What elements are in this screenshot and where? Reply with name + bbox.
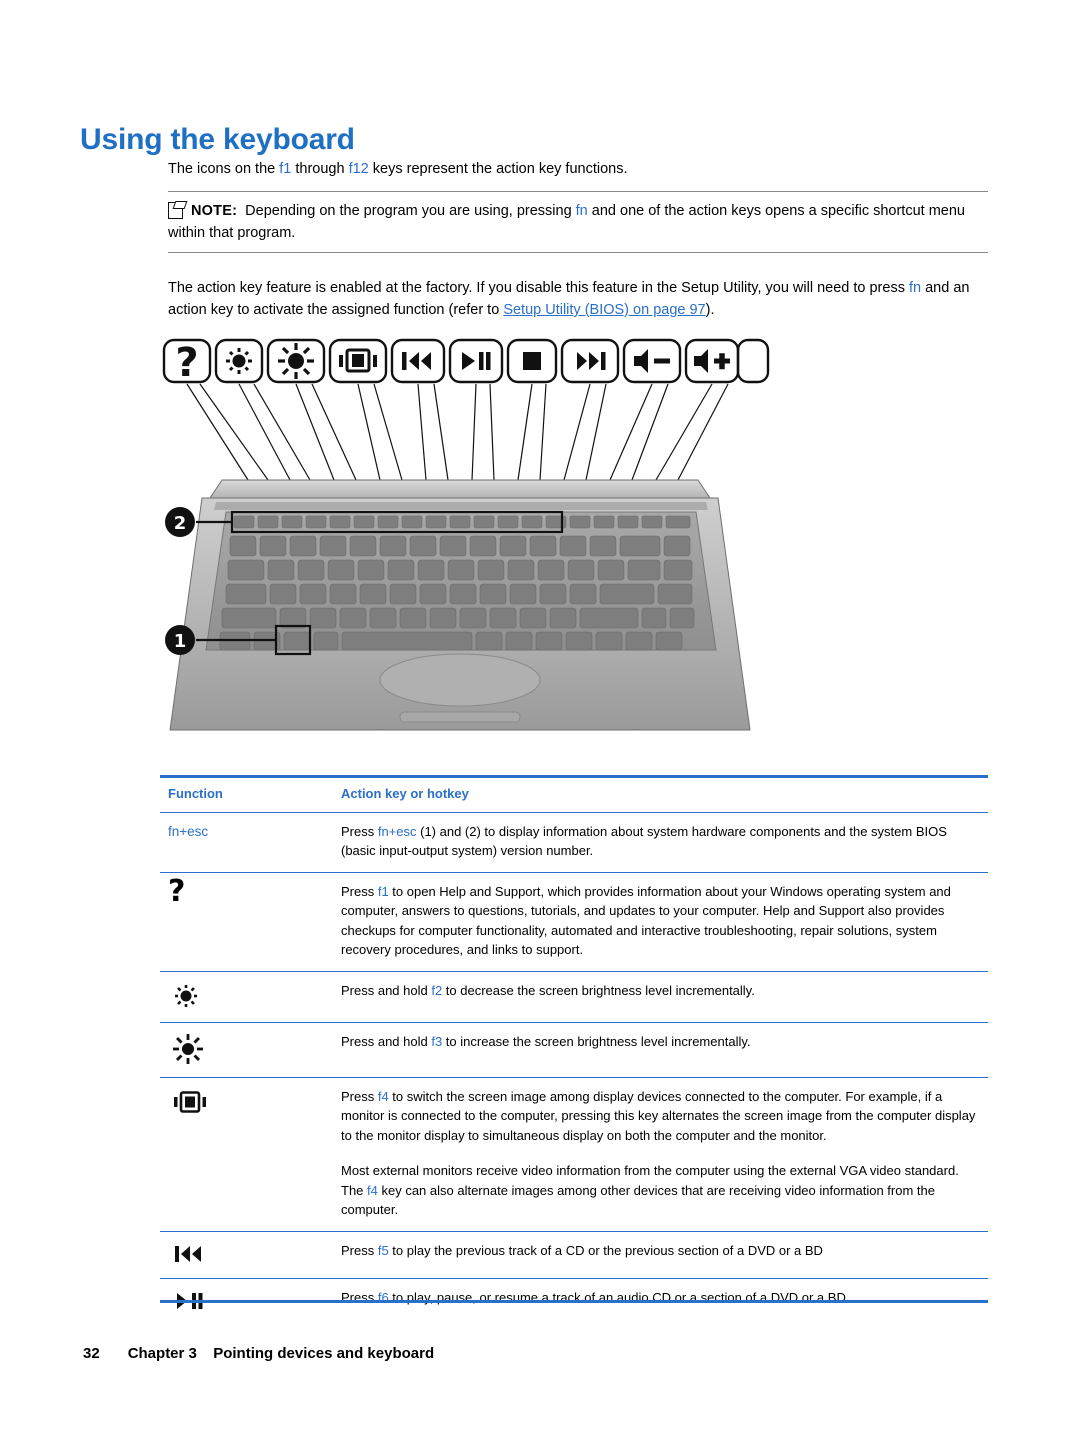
key-f1: f1 bbox=[279, 161, 292, 177]
para2-pre: The action key feature is enabled at the… bbox=[168, 280, 909, 296]
row-description-cell: Press and hold f3 to increase the screen… bbox=[333, 1021, 988, 1077]
key-ref: f4 bbox=[367, 1182, 378, 1198]
keyboard-illustration: ? 2 1 bbox=[150, 330, 770, 750]
row-icon-cell bbox=[160, 1021, 333, 1077]
key-ref: f1 bbox=[377, 883, 389, 899]
note-rule-bottom bbox=[168, 252, 988, 253]
row-icon-cell bbox=[160, 970, 333, 1022]
intro-mid: through bbox=[291, 161, 349, 177]
desc-pre: Press bbox=[341, 883, 378, 899]
desc-paragraph: Press f4 to switch the screen image amon… bbox=[341, 1087, 978, 1146]
intro-pre: The icons on the bbox=[168, 161, 280, 177]
footer-chapter: Chapter 3 bbox=[127, 1345, 197, 1362]
svg-text:?: ? bbox=[175, 340, 198, 386]
table-row: Press and hold f3 to increase the screen… bbox=[160, 1021, 988, 1077]
note-block: NOTE: Depending on the program you are u… bbox=[168, 200, 988, 244]
desc-pre: Press bbox=[341, 1242, 378, 1258]
action-keys-table: Function Action key or hotkey fn+esc Pre… bbox=[160, 775, 988, 1325]
question-mark-icon: ? bbox=[168, 873, 186, 909]
table-row: fn+esc Press fn+esc (1) and (2) to displ… bbox=[160, 811, 988, 872]
intro-post: keys represent the action key functions. bbox=[368, 161, 628, 177]
note-rule-top bbox=[168, 191, 988, 192]
display-switch-icon bbox=[174, 1090, 206, 1113]
row-icon-cell: ? bbox=[160, 871, 333, 971]
row-description-cell: Press f5 to play the previous track of a… bbox=[333, 1230, 988, 1278]
table-header-function: Function bbox=[160, 775, 333, 813]
row-description-cell: Press and hold f2 to decrease the screen… bbox=[333, 970, 988, 1022]
fn-esc-label: fn+esc bbox=[168, 823, 209, 839]
table-row: ? Press f1 to open Help and Support, whi… bbox=[160, 871, 988, 971]
brightness-up-icon bbox=[173, 1033, 203, 1064]
brightness-down-icon bbox=[175, 984, 197, 1007]
previous-track-icon bbox=[175, 1245, 201, 1262]
key-ref: f2 bbox=[431, 982, 443, 998]
row-description-cell: Press f1 to open Help and Support, which… bbox=[333, 871, 988, 971]
para2-post: ). bbox=[705, 302, 715, 318]
footer-page-number: 32 bbox=[83, 1345, 100, 1362]
table-row: Press and hold f2 to decrease the screen… bbox=[160, 970, 988, 1022]
key-fn: fn bbox=[575, 203, 588, 219]
desc-post: (1) and (2) to display information about… bbox=[341, 823, 947, 859]
row-icon-cell: fn+esc bbox=[160, 811, 333, 872]
intro-paragraph: The icons on the f1 through f12 keys rep… bbox=[168, 158, 988, 180]
key-ref: f4 bbox=[377, 1088, 389, 1104]
table-row: Press f5 to play the previous track of a… bbox=[160, 1230, 988, 1278]
key-f12: f12 bbox=[348, 161, 369, 177]
footer-chapter-title: Pointing devices and keyboard bbox=[213, 1345, 435, 1362]
note-icon bbox=[168, 201, 188, 219]
note-text-pre: Depending on the program you are using, … bbox=[245, 203, 576, 219]
table-row: Press f4 to switch the screen image amon… bbox=[160, 1076, 988, 1231]
page-footer: 32 Chapter 3 Pointing devices and keyboar… bbox=[83, 1345, 434, 1362]
key-fn-2: fn bbox=[908, 280, 922, 296]
desc-post: to open Help and Support, which provides… bbox=[341, 883, 951, 958]
desc-pre: Press and hold bbox=[341, 982, 432, 998]
row-icon-cell bbox=[160, 1230, 333, 1278]
callout-1: 1 bbox=[174, 631, 187, 652]
table-header-action: Action key or hotkey bbox=[333, 775, 988, 813]
row-description-cell: Press fn+esc (1) and (2) to display info… bbox=[333, 811, 988, 872]
desc-post: key can also alternate images among othe… bbox=[341, 1182, 935, 1218]
key-ref: fn+esc bbox=[377, 823, 417, 839]
desc-post: to increase the screen brightness level … bbox=[442, 1033, 751, 1049]
desc-pre: Press bbox=[341, 1088, 378, 1104]
key-ref: f3 bbox=[431, 1033, 443, 1049]
row-icon-cell bbox=[160, 1076, 333, 1231]
row-description-cell: Press f4 to switch the screen image amon… bbox=[333, 1076, 988, 1231]
desc-pre: Press and hold bbox=[341, 1033, 432, 1049]
desc-post: to play the previous track of a CD or th… bbox=[388, 1242, 823, 1258]
desc-post: to switch the screen image among display… bbox=[341, 1088, 976, 1143]
note-label: NOTE: bbox=[191, 203, 238, 219]
action-key-paragraph: The action key feature is enabled at the… bbox=[168, 277, 988, 321]
desc-post: to decrease the screen brightness level … bbox=[442, 982, 755, 998]
page-title: Using the keyboard bbox=[80, 123, 355, 157]
desc-pre: Press bbox=[341, 823, 378, 839]
key-ref: f5 bbox=[377, 1242, 389, 1258]
callout-2: 2 bbox=[174, 513, 187, 534]
document-page: Using the keyboard The icons on the f1 t… bbox=[0, 0, 1080, 1437]
setup-utility-link[interactable]: Setup Utility (BIOS) on page 97 bbox=[503, 302, 705, 318]
desc-paragraph: Most external monitors receive video inf… bbox=[341, 1161, 978, 1220]
footer-rule bbox=[160, 1300, 988, 1303]
table-header-row: Function Action key or hotkey bbox=[160, 775, 988, 813]
